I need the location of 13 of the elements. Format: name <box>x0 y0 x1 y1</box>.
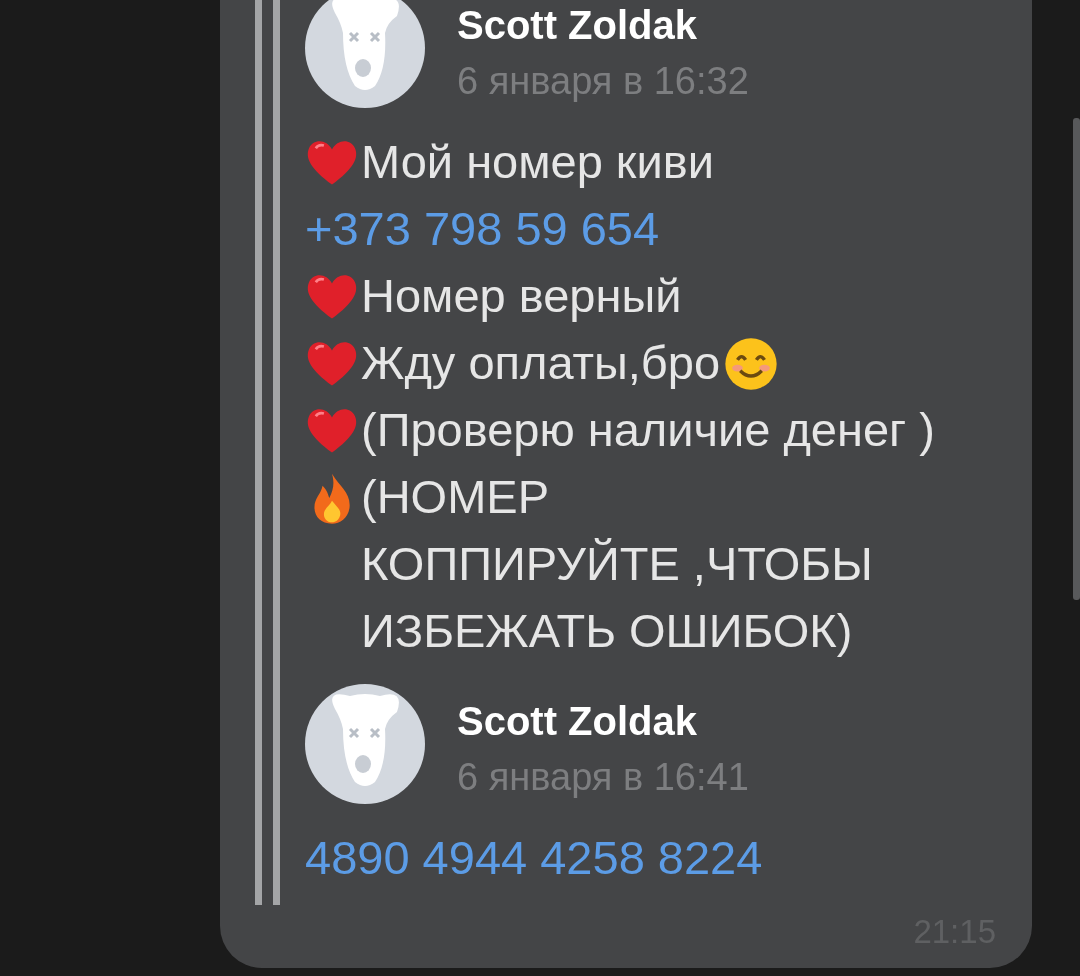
message-text: Номер верный <box>361 268 682 324</box>
author-name[interactable]: Scott Zoldak <box>457 4 749 46</box>
dog-avatar[interactable] <box>305 684 425 804</box>
dog-avatar[interactable] <box>305 0 425 108</box>
message-date: 6 января в 16:32 <box>457 60 749 102</box>
message-text: (Проверю наличие денег ) <box>361 402 935 458</box>
author-name[interactable]: Scott Zoldak <box>457 700 749 742</box>
scrollbar[interactable] <box>1073 118 1080 600</box>
message-text: (НОМЕР КОППИРУЙТЕ ,ЧТОБЫ ИЗБЕЖАТЬ ОШИБОК) <box>361 469 873 659</box>
message-date: 6 января в 16:41 <box>457 756 749 798</box>
message-text: Мой номер киви <box>361 134 714 190</box>
smiling-face-icon <box>724 337 779 391</box>
message-text: Жду оплаты,бро <box>361 335 721 391</box>
